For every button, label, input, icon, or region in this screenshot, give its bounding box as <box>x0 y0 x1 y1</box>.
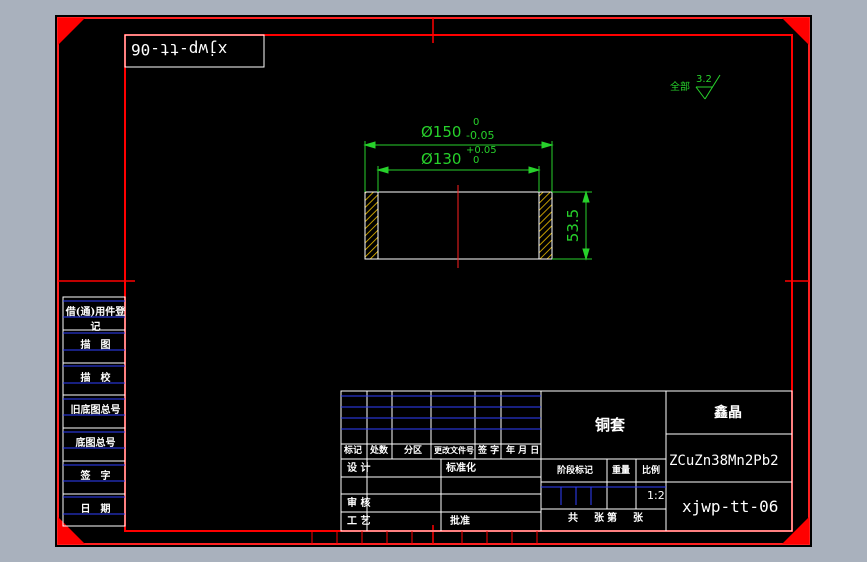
tb-header-zone: 分区 <box>404 446 423 456</box>
dim-outer-diameter: Ø150 <box>421 123 462 141</box>
tb-scale-label: 比例 <box>642 466 661 476</box>
tb-standardize: 标准化 <box>446 463 476 474</box>
side-label-trace-check: 描 校 <box>80 373 111 384</box>
drawing-sheet: xjwp-tt-06 全部 3.2 Ø150 0 -0.05 Ø130 +0.0… <box>55 15 812 547</box>
tb-approve: 批准 <box>450 516 470 527</box>
side-label-borrow: 借(通)用件登记 <box>65 307 126 333</box>
side-label-old-drawing-no: 旧底图总号 <box>70 405 121 416</box>
roughness-value: 3.2 <box>696 74 712 85</box>
tb-company: 鑫晶 <box>714 405 742 421</box>
tb-header-change-doc: 更改文件号 <box>434 446 474 455</box>
corner-mark-tl <box>58 18 85 45</box>
part-section <box>364 185 553 268</box>
dim-outer-lower: -0.05 <box>466 129 495 142</box>
side-label-signature: 签 字 <box>80 471 111 482</box>
roughness-prefix: 全部 <box>670 82 690 93</box>
tb-review: 审 核 <box>347 498 371 509</box>
arrow-height-top <box>582 190 590 203</box>
tb-drawing-number: xjwp-tt-06 <box>682 497 779 516</box>
side-label-date: 日 期 <box>80 504 111 515</box>
corner-mark-bl <box>58 517 85 544</box>
part-code-mirrored: xjwp-tt-06 <box>131 40 228 59</box>
tb-header-mark: 标记 <box>344 446 363 456</box>
arrow-inner-right <box>528 166 541 174</box>
arrow-outer-left <box>363 141 376 149</box>
dim-inner-lower: 0 <box>473 155 480 166</box>
arrow-inner-left <box>376 166 389 174</box>
dim-inner-upper: +0.05 <box>466 145 497 156</box>
tb-stage-label: 阶段标记 <box>557 466 594 476</box>
dim-inner-diameter: Ø130 <box>421 150 462 168</box>
tb-design: 设 计 <box>347 463 371 474</box>
tb-header-date: 年 月 日 <box>506 446 540 456</box>
hatch-right <box>538 191 553 260</box>
corner-mark-tr <box>782 18 809 45</box>
dim-height: 53.5 <box>564 208 583 243</box>
side-label-trace: 描 图 <box>80 340 111 351</box>
tb-weight-label: 重量 <box>612 466 631 476</box>
title-block-blue-lines <box>341 395 666 505</box>
hatch-left <box>364 191 379 260</box>
tb-scale-value: 1:2 <box>647 489 665 502</box>
bottom-ticks <box>311 531 538 544</box>
arrow-height-bottom <box>582 248 590 261</box>
tb-header-sign: 签 字 <box>478 446 500 456</box>
tb-process: 工 艺 <box>347 516 371 527</box>
tb-material: ZCuZn38Mn2Pb2 <box>669 453 779 469</box>
tb-part-name: 铜套 <box>595 416 626 434</box>
arrow-outer-right <box>541 141 554 149</box>
tb-sheet-info: 共 张第 张 <box>568 513 646 524</box>
dim-outer-upper: 0 <box>473 117 480 128</box>
side-label-drawing-no: 底图总号 <box>75 438 116 449</box>
tb-header-count: 处数 <box>370 446 389 456</box>
